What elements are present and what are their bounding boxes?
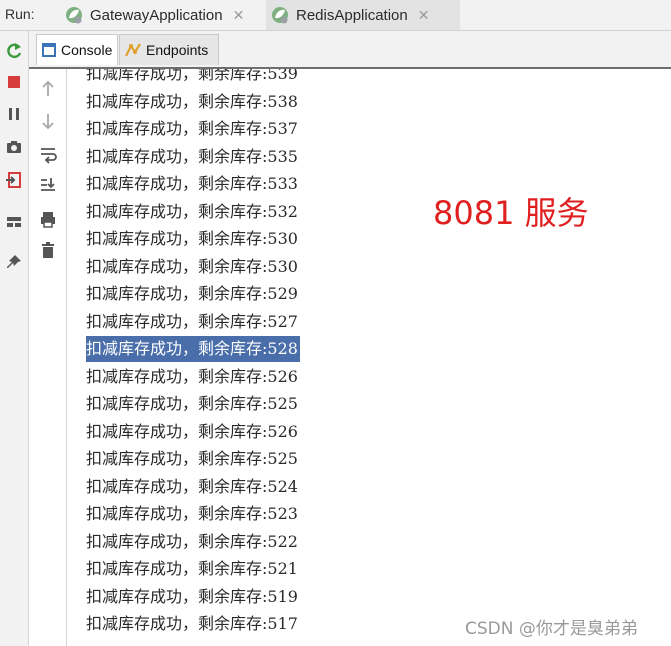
console-line: 扣减库存成功，剩余库存:530	[86, 229, 298, 248]
exit-icon[interactable]	[4, 170, 24, 190]
tab-label: Console	[61, 42, 113, 58]
tab-redis-application[interactable]: RedisApplication ✕	[266, 0, 460, 30]
console-line: 扣减库存成功，剩余库存:529	[86, 284, 298, 303]
console-line: 扣减库存成功，剩余库存:530	[86, 256, 298, 276]
trash-icon[interactable]	[38, 240, 58, 260]
tab-label: Endpoints	[146, 42, 209, 58]
console-line: 扣减库存成功，剩余库存:532	[86, 201, 298, 221]
pause-icon[interactable]	[4, 104, 24, 124]
run-side-toolbar	[0, 31, 29, 646]
close-icon[interactable]: ✕	[233, 7, 245, 24]
console-line: 扣减库存成功，剩余库存:524	[86, 476, 298, 496]
console-line: 扣减库存成功，剩余库存:523	[86, 504, 298, 523]
camera-icon[interactable]	[4, 137, 24, 157]
tab-label: GatewayApplication	[90, 6, 223, 24]
console-line: 扣减库存成功，剩余库存:517	[86, 614, 298, 633]
arrow-down-icon[interactable]	[38, 111, 58, 131]
console-line: 扣减库存成功，剩余库存:528	[86, 336, 300, 362]
console-line: 扣减库存成功，剩余库存:539	[86, 69, 298, 83]
spring-leaf-icon	[66, 7, 82, 24]
console-side-toolbar	[29, 69, 67, 646]
tab-label: RedisApplication	[296, 6, 408, 24]
service-annotation: 8081 服务	[433, 194, 589, 232]
console-line: 扣减库存成功，剩余库存:525	[86, 394, 298, 413]
console-line: 扣减库存成功，剩余库存:525	[86, 449, 298, 468]
scroll-to-end-icon[interactable]	[38, 175, 58, 195]
soft-wrap-icon[interactable]	[38, 144, 58, 164]
arrow-up-icon[interactable]	[38, 79, 58, 99]
pin-icon[interactable]	[4, 252, 24, 272]
console-line: 扣减库存成功，剩余库存:522	[86, 531, 298, 551]
watermark: CSDN @你才是臭弟弟	[465, 619, 638, 639]
run-label: Run:	[5, 6, 35, 22]
layout-icon[interactable]	[4, 212, 24, 232]
console-line: 扣减库存成功，剩余库存:537	[86, 119, 298, 138]
console-output[interactable]: 扣减库存成功，剩余库存:539 扣减库存成功，剩余库存:538 扣减库存成功，剩余库…	[67, 69, 671, 646]
tab-gateway-application[interactable]: GatewayApplication ✕	[60, 0, 262, 30]
rerun-icon[interactable]	[4, 41, 24, 61]
run-toolbar: Run: GatewayApplication ✕ RedisApplicati…	[0, 0, 671, 31]
print-icon[interactable]	[38, 209, 58, 229]
console-icon	[42, 43, 56, 57]
console-line: 扣减库存成功，剩余库存:526	[86, 366, 298, 386]
console-tab-bar: Console Endpoints	[29, 31, 671, 69]
console-line: 扣减库存成功，剩余库存:519	[86, 586, 298, 606]
console-line: 扣减库存成功，剩余库存:533	[86, 174, 298, 193]
console-line: 扣减库存成功，剩余库存:526	[86, 421, 298, 441]
console-line: 扣减库存成功，剩余库存:527	[86, 311, 298, 331]
console-line: 扣减库存成功，剩余库存:521	[86, 559, 298, 578]
stop-icon[interactable]	[4, 72, 24, 92]
console-line: 扣减库存成功，剩余库存:538	[86, 91, 298, 111]
endpoints-icon	[125, 43, 141, 57]
spring-leaf-icon	[272, 7, 288, 24]
tab-console[interactable]: Console	[36, 34, 118, 65]
console-line: 扣减库存成功，剩余库存:535	[86, 146, 298, 166]
tab-endpoints[interactable]: Endpoints	[119, 34, 219, 65]
close-icon[interactable]: ✕	[418, 7, 430, 24]
